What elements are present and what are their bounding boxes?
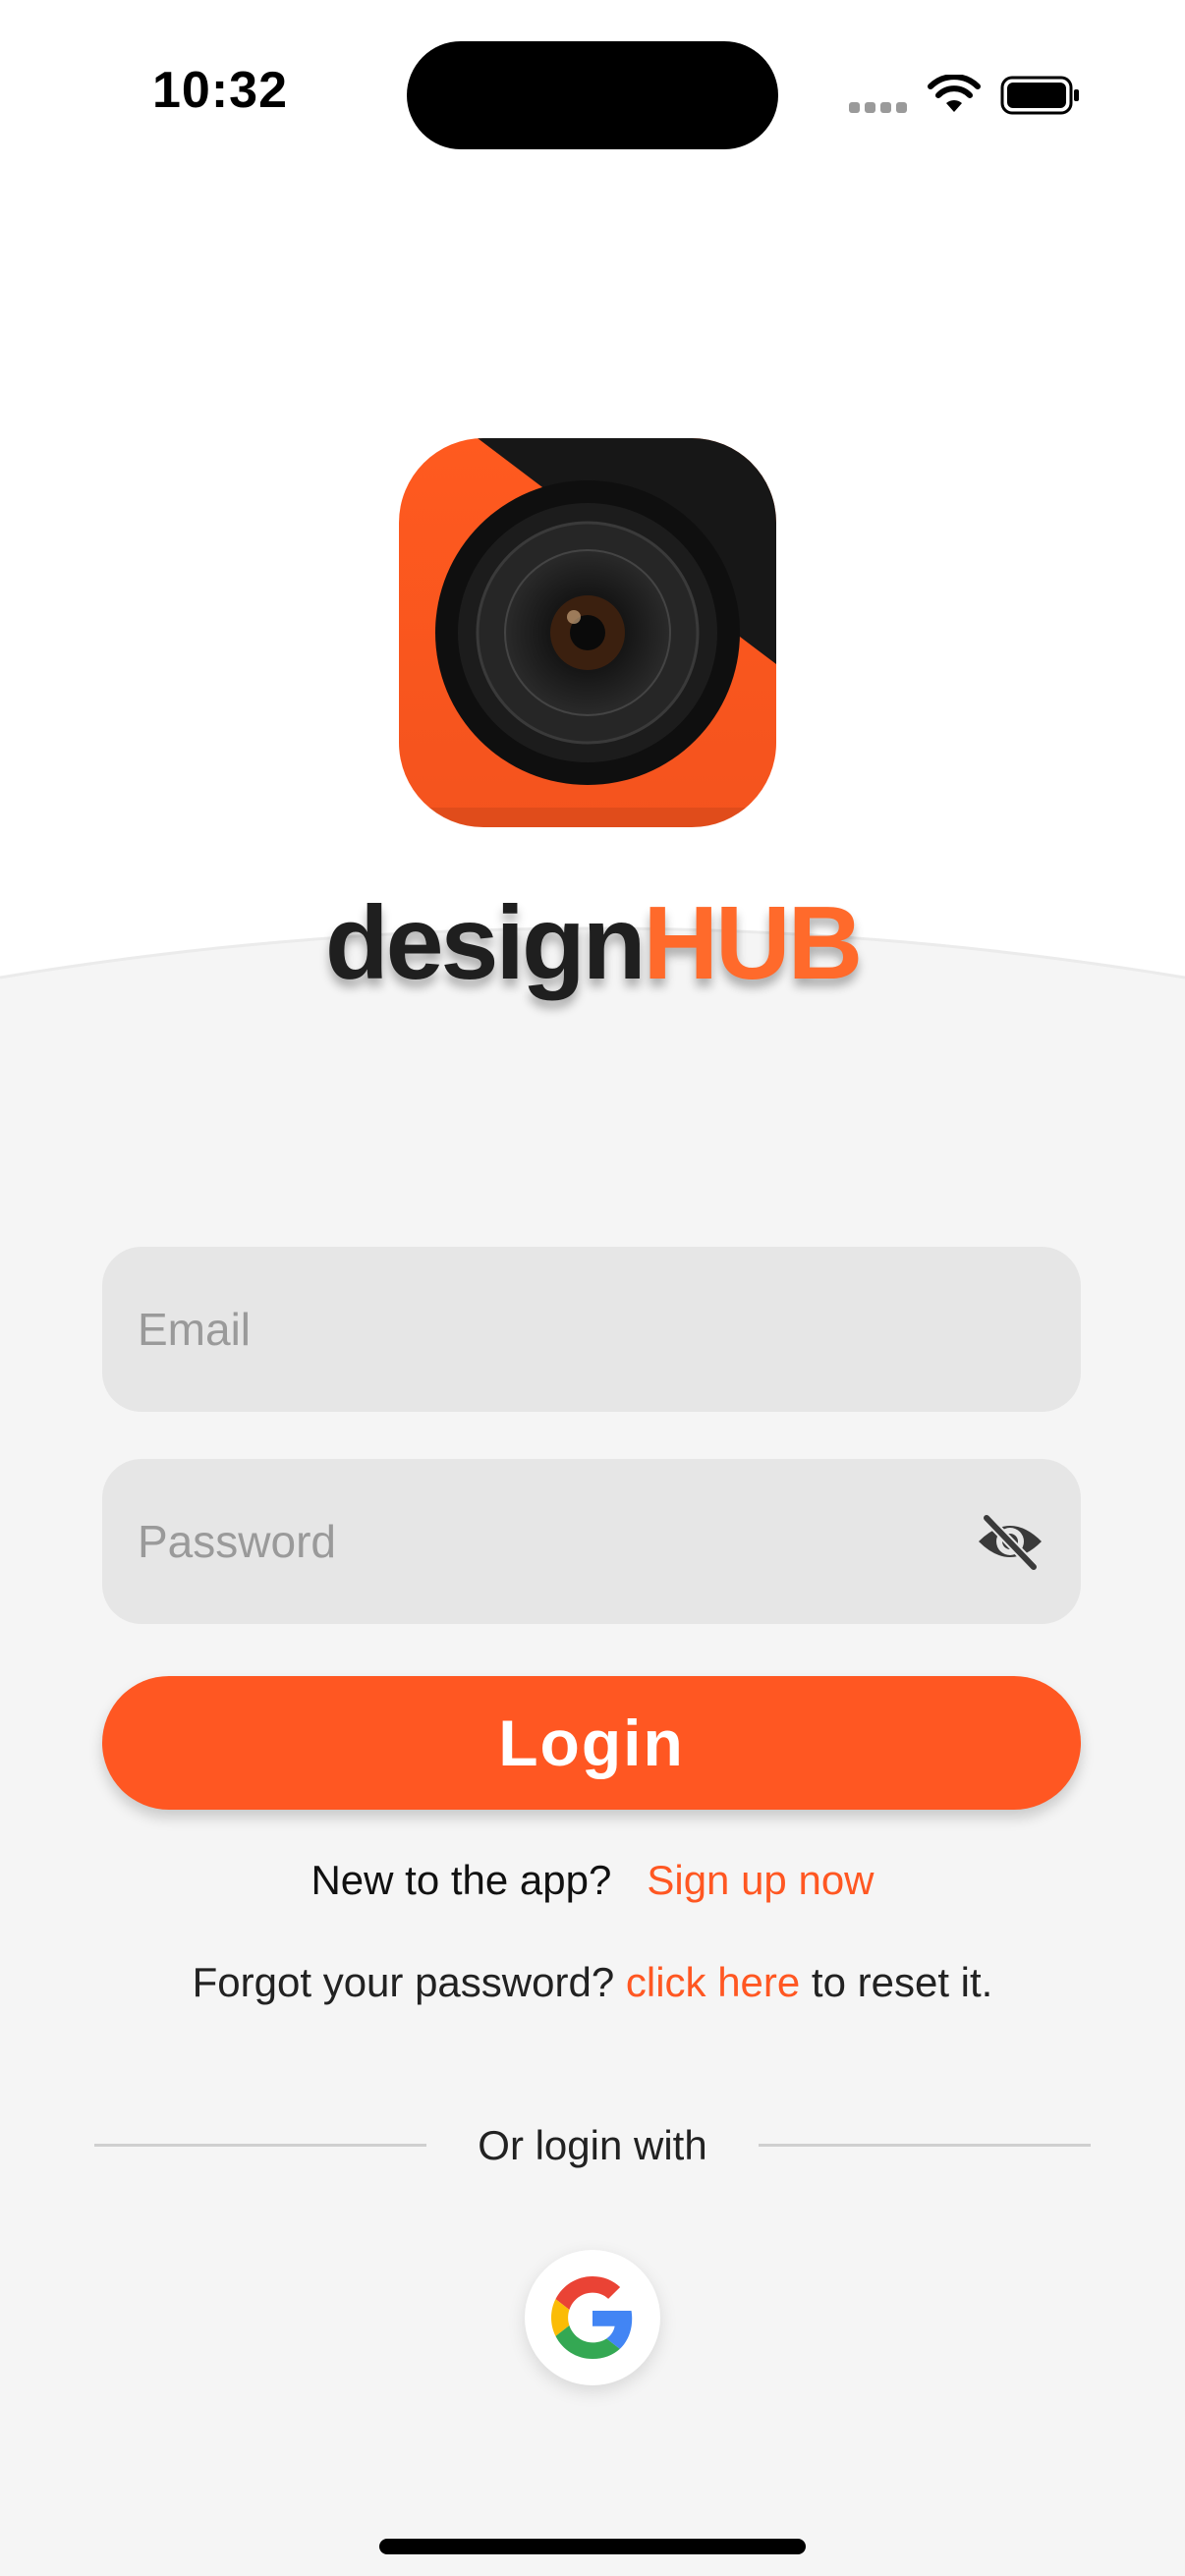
divider-right <box>759 2144 1091 2147</box>
login-screen: 10:32 designHUB Email Login New to the a… <box>0 0 1185 2576</box>
signup-row: New to the app? Sign up now <box>0 1857 1185 1904</box>
email-field[interactable] <box>102 1247 1081 1412</box>
brand-name-hub: HUB <box>643 885 863 1001</box>
google-login-button[interactable] <box>525 2250 660 2385</box>
wifi-icon <box>928 75 981 112</box>
battery-icon <box>1000 76 1079 115</box>
signal-icon <box>849 102 908 116</box>
brand-name-design: design <box>324 885 647 1001</box>
reset-password-link[interactable]: click here <box>626 1959 800 2005</box>
signup-link[interactable]: Sign up now <box>647 1857 874 1903</box>
password-field[interactable] <box>102 1459 1081 1624</box>
forgot-prefix: Forgot your password? <box>192 1959 626 2005</box>
login-button[interactable]: Login <box>102 1676 1081 1810</box>
camera-lens-icon <box>399 438 776 827</box>
forgot-suffix: to reset it. <box>800 1959 993 2005</box>
home-indicator <box>379 2539 806 2554</box>
eye-off-icon[interactable] <box>975 1512 1045 1571</box>
forgot-password-row: Forgot your password? click here to rese… <box>0 1959 1185 2006</box>
status-time: 10:32 <box>152 62 288 119</box>
brand-name: designHUB <box>0 884 1185 1003</box>
signup-prompt: New to the app? <box>310 1857 612 1903</box>
dynamic-island <box>407 41 778 149</box>
google-icon <box>551 2276 633 2359</box>
